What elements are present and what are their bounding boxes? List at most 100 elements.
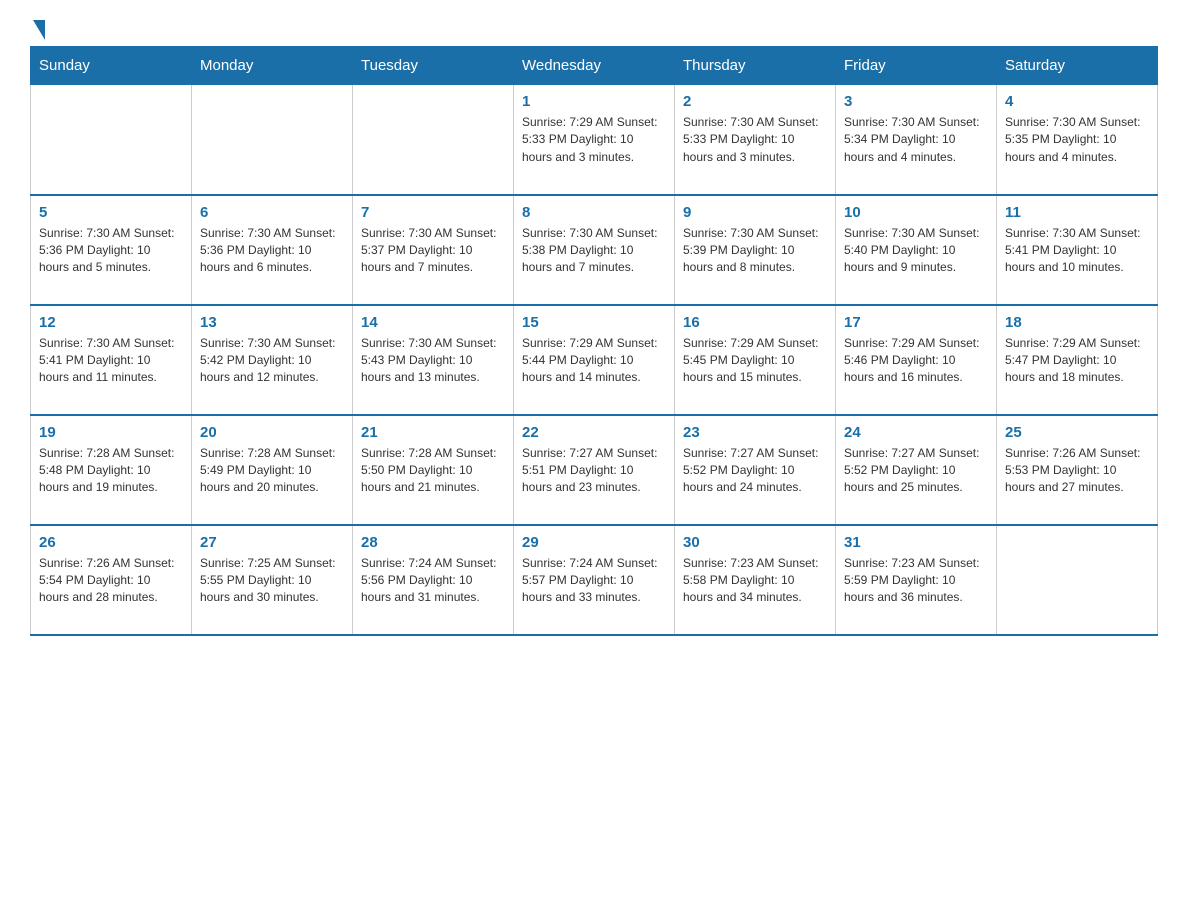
calendar-cell: 7Sunrise: 7:30 AM Sunset: 5:37 PM Daylig… <box>353 195 514 305</box>
day-info: Sunrise: 7:30 AM Sunset: 5:43 PM Dayligh… <box>361 335 505 387</box>
calendar-cell: 6 Sunrise: 7:30 AM Sunset: 5:36 PM Daylig… <box>192 195 353 305</box>
day-number: 15 <box>522 314 666 331</box>
day-info: Sunrise: 7:24 AM Sunset: 5:57 PM Dayligh… <box>522 555 666 607</box>
calendar-week-row: 5 Sunrise: 7:30 AM Sunset: 5:36 PM Daylig… <box>31 195 1158 305</box>
day-info: Sunrise: 7:29 AM Sunset: 5:45 PM Dayligh… <box>683 335 827 387</box>
day-info: Sunrise: 7:30 AM Sunset: 5:39 PM Dayligh… <box>683 225 827 277</box>
calendar-header-sunday: Sunday <box>31 47 192 85</box>
day-info: Sunrise: 7:28 AM Sunset: 5:48 PM Dayligh… <box>39 445 183 497</box>
calendar-cell: 16 Sunrise: 7:29 AM Sunset: 5:45 PM Dayli… <box>675 305 836 415</box>
day-number: 14 <box>361 314 505 331</box>
day-number: 21 <box>361 424 505 441</box>
calendar-week-row: 1 Sunrise: 7:29 AM Sunset: 5:33 PM Daylig… <box>31 85 1158 195</box>
day-number: 26 <box>39 534 183 551</box>
calendar-cell: 17 Sunrise: 7:29 AM Sunset: 5:46 PM Dayli… <box>836 305 997 415</box>
calendar-cell: 8 Sunrise: 7:30 AM Sunset: 5:38 PM Daylig… <box>514 195 675 305</box>
calendar-header-row: SundayMondayTuesdayWednesdayThursdayFrid… <box>31 47 1158 85</box>
day-info: Sunrise: 7:30 AM Sunset: 5:36 PM Dayligh… <box>200 225 344 277</box>
day-info: Sunrise: 7:30 AM Sunset: 5:35 PM Dayligh… <box>1005 114 1149 166</box>
calendar-cell: 18Sunrise: 7:29 AM Sunset: 5:47 PM Dayli… <box>997 305 1158 415</box>
day-number: 23 <box>683 424 827 441</box>
day-info: Sunrise: 7:29 AM Sunset: 5:33 PM Dayligh… <box>522 114 666 166</box>
calendar-cell <box>31 85 192 195</box>
day-number: 6 <box>200 204 344 221</box>
day-number: 4 <box>1005 93 1149 110</box>
calendar-header-friday: Friday <box>836 47 997 85</box>
day-number: 7 <box>361 204 505 221</box>
day-number: 13 <box>200 314 344 331</box>
calendar-cell: 14 Sunrise: 7:30 AM Sunset: 5:43 PM Dayli… <box>353 305 514 415</box>
calendar-cell: 26 Sunrise: 7:26 AM Sunset: 5:54 PM Dayli… <box>31 525 192 635</box>
day-number: 20 <box>200 424 344 441</box>
calendar-cell: 13 Sunrise: 7:30 AM Sunset: 5:42 PM Dayli… <box>192 305 353 415</box>
day-number: 31 <box>844 534 988 551</box>
calendar-table: SundayMondayTuesdayWednesdayThursdayFrid… <box>30 46 1158 636</box>
calendar-cell: 21 Sunrise: 7:28 AM Sunset: 5:50 PM Dayli… <box>353 415 514 525</box>
calendar-cell: 20Sunrise: 7:28 AM Sunset: 5:49 PM Dayli… <box>192 415 353 525</box>
calendar-week-row: 19Sunrise: 7:28 AM Sunset: 5:48 PM Dayli… <box>31 415 1158 525</box>
calendar-cell: 11Sunrise: 7:30 AM Sunset: 5:41 PM Dayli… <box>997 195 1158 305</box>
calendar-cell: 12 Sunrise: 7:30 AM Sunset: 5:41 PM Dayli… <box>31 305 192 415</box>
day-number: 22 <box>522 424 666 441</box>
day-number: 29 <box>522 534 666 551</box>
day-info: Sunrise: 7:26 AM Sunset: 5:54 PM Dayligh… <box>39 555 183 607</box>
calendar-header-thursday: Thursday <box>675 47 836 85</box>
day-info: Sunrise: 7:27 AM Sunset: 5:51 PM Dayligh… <box>522 445 666 497</box>
calendar-cell: 9 Sunrise: 7:30 AM Sunset: 5:39 PM Daylig… <box>675 195 836 305</box>
calendar-cell: 24 Sunrise: 7:27 AM Sunset: 5:52 PM Dayli… <box>836 415 997 525</box>
day-info: Sunrise: 7:29 AM Sunset: 5:44 PM Dayligh… <box>522 335 666 387</box>
day-info: Sunrise: 7:29 AM Sunset: 5:47 PM Dayligh… <box>1005 335 1149 387</box>
day-info: Sunrise: 7:23 AM Sunset: 5:58 PM Dayligh… <box>683 555 827 607</box>
day-info: Sunrise: 7:30 AM Sunset: 5:42 PM Dayligh… <box>200 335 344 387</box>
calendar-cell: 31Sunrise: 7:23 AM Sunset: 5:59 PM Dayli… <box>836 525 997 635</box>
day-number: 24 <box>844 424 988 441</box>
calendar-cell: 10 Sunrise: 7:30 AM Sunset: 5:40 PM Dayli… <box>836 195 997 305</box>
day-number: 5 <box>39 204 183 221</box>
calendar-cell: 30 Sunrise: 7:23 AM Sunset: 5:58 PM Dayli… <box>675 525 836 635</box>
calendar-week-row: 12 Sunrise: 7:30 AM Sunset: 5:41 PM Dayli… <box>31 305 1158 415</box>
day-info: Sunrise: 7:30 AM Sunset: 5:38 PM Dayligh… <box>522 225 666 277</box>
day-info: Sunrise: 7:30 AM Sunset: 5:33 PM Dayligh… <box>683 114 827 166</box>
logo <box>30 20 45 36</box>
calendar-cell: 4 Sunrise: 7:30 AM Sunset: 5:35 PM Daylig… <box>997 85 1158 195</box>
day-info: Sunrise: 7:26 AM Sunset: 5:53 PM Dayligh… <box>1005 445 1149 497</box>
day-info: Sunrise: 7:30 AM Sunset: 5:41 PM Dayligh… <box>39 335 183 387</box>
day-info: Sunrise: 7:25 AM Sunset: 5:55 PM Dayligh… <box>200 555 344 607</box>
calendar-cell: 27Sunrise: 7:25 AM Sunset: 5:55 PM Dayli… <box>192 525 353 635</box>
day-info: Sunrise: 7:30 AM Sunset: 5:40 PM Dayligh… <box>844 225 988 277</box>
calendar-cell: 23 Sunrise: 7:27 AM Sunset: 5:52 PM Dayli… <box>675 415 836 525</box>
day-number: 30 <box>683 534 827 551</box>
day-info: Sunrise: 7:30 AM Sunset: 5:34 PM Dayligh… <box>844 114 988 166</box>
calendar-cell: 25 Sunrise: 7:26 AM Sunset: 5:53 PM Dayli… <box>997 415 1158 525</box>
calendar-cell: 29 Sunrise: 7:24 AM Sunset: 5:57 PM Dayli… <box>514 525 675 635</box>
day-number: 16 <box>683 314 827 331</box>
page-header <box>30 20 1158 36</box>
day-number: 8 <box>522 204 666 221</box>
calendar-cell <box>192 85 353 195</box>
calendar-cell: 2 Sunrise: 7:30 AM Sunset: 5:33 PM Daylig… <box>675 85 836 195</box>
calendar-header-tuesday: Tuesday <box>353 47 514 85</box>
day-info: Sunrise: 7:29 AM Sunset: 5:46 PM Dayligh… <box>844 335 988 387</box>
day-number: 2 <box>683 93 827 110</box>
calendar-cell: 28 Sunrise: 7:24 AM Sunset: 5:56 PM Dayli… <box>353 525 514 635</box>
day-info: Sunrise: 7:27 AM Sunset: 5:52 PM Dayligh… <box>844 445 988 497</box>
calendar-cell: 19Sunrise: 7:28 AM Sunset: 5:48 PM Dayli… <box>31 415 192 525</box>
day-number: 1 <box>522 93 666 110</box>
day-info: Sunrise: 7:30 AM Sunset: 5:41 PM Dayligh… <box>1005 225 1149 277</box>
calendar-cell: 22 Sunrise: 7:27 AM Sunset: 5:51 PM Dayli… <box>514 415 675 525</box>
calendar-header-saturday: Saturday <box>997 47 1158 85</box>
day-number: 28 <box>361 534 505 551</box>
calendar-cell: 3Sunrise: 7:30 AM Sunset: 5:34 PM Daylig… <box>836 85 997 195</box>
logo-arrow-icon <box>33 20 45 40</box>
day-number: 17 <box>844 314 988 331</box>
day-number: 12 <box>39 314 183 331</box>
day-info: Sunrise: 7:27 AM Sunset: 5:52 PM Dayligh… <box>683 445 827 497</box>
day-info: Sunrise: 7:30 AM Sunset: 5:36 PM Dayligh… <box>39 225 183 277</box>
day-number: 10 <box>844 204 988 221</box>
calendar-cell <box>997 525 1158 635</box>
day-number: 25 <box>1005 424 1149 441</box>
day-info: Sunrise: 7:28 AM Sunset: 5:50 PM Dayligh… <box>361 445 505 497</box>
calendar-week-row: 26 Sunrise: 7:26 AM Sunset: 5:54 PM Dayli… <box>31 525 1158 635</box>
day-number: 9 <box>683 204 827 221</box>
day-info: Sunrise: 7:24 AM Sunset: 5:56 PM Dayligh… <box>361 555 505 607</box>
